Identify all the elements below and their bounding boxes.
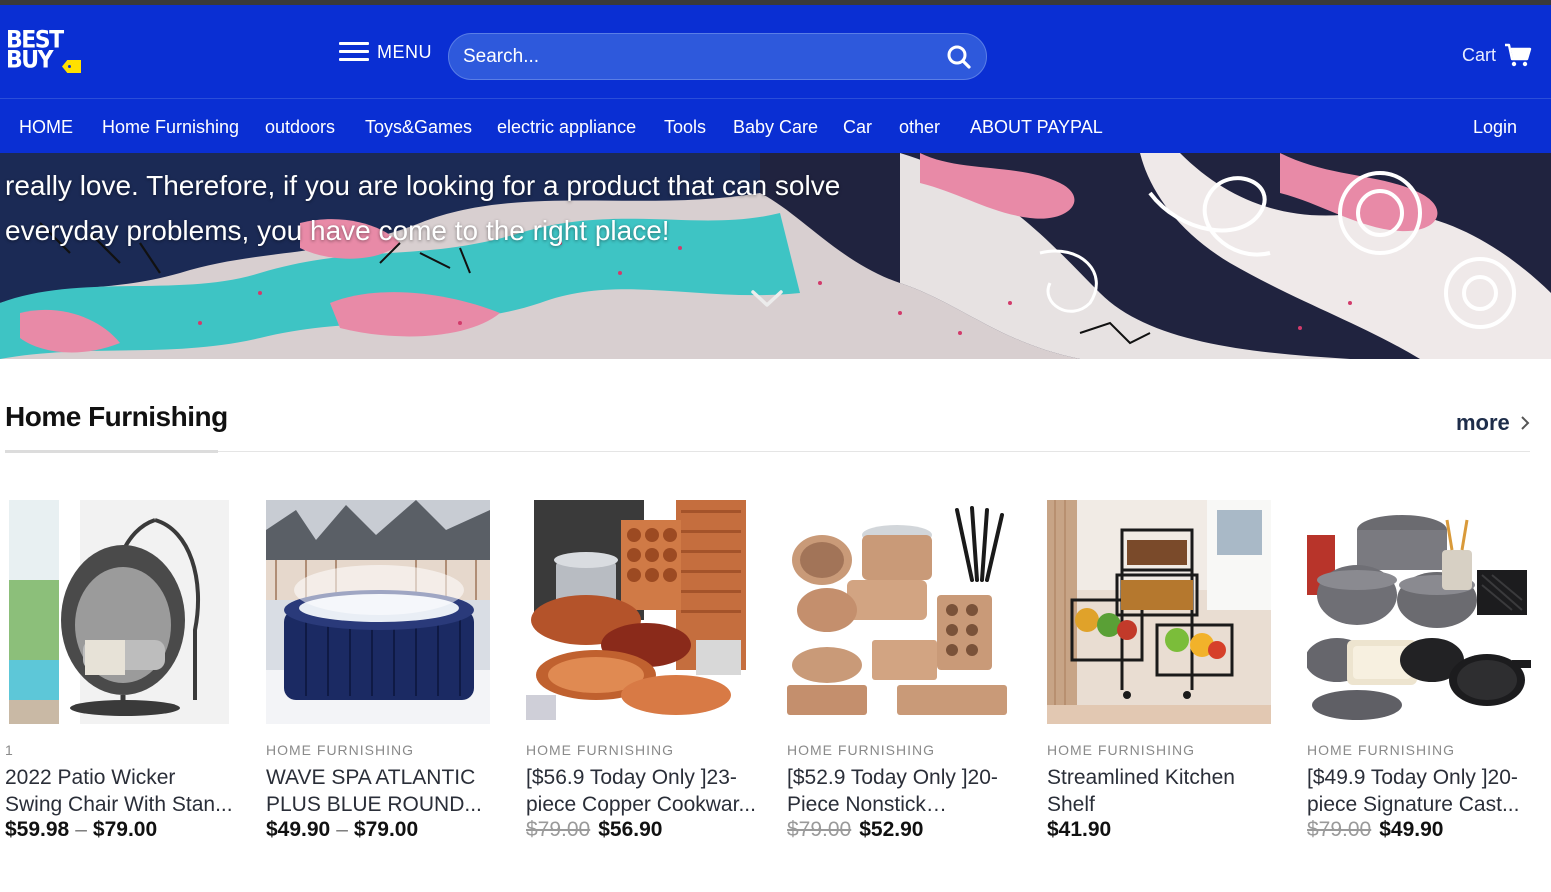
cart-link[interactable]: Cart — [1462, 43, 1532, 68]
product-name[interactable]: [$56.9 Today Only ]23-piece Copper Cookw… — [526, 764, 756, 818]
search-input[interactable] — [463, 34, 933, 79]
chevron-down-icon[interactable] — [750, 287, 784, 309]
product-image-spa[interactable] — [266, 500, 490, 724]
nav-item-tools[interactable]: Tools — [664, 117, 706, 138]
more-label: more — [1456, 410, 1510, 435]
logo-text-line2: BUY — [6, 46, 54, 75]
product-card[interactable]: HOME FURNISHING [$49.9 Today Only ]20-pi… — [1307, 500, 1537, 842]
product-name[interactable]: 2022 Patio Wicker Swing Chair With Stan.… — [5, 764, 235, 818]
product-price: $49.90– $79.00 — [266, 818, 496, 842]
logo-tag-icon — [62, 60, 81, 73]
product-name[interactable]: Streamlined Kitchen Shelf — [1047, 764, 1277, 818]
product-card[interactable]: HOME FURNISHING Streamlined Kitchen Shel… — [1047, 500, 1277, 842]
nav-item-about-paypal[interactable]: ABOUT PAYPAL — [970, 117, 1103, 138]
product-price: $79.00 $52.90 — [787, 818, 1017, 842]
product-image-kitchen-shelf[interactable] — [1047, 500, 1271, 724]
product-image-swing-chair[interactable] — [5, 500, 229, 724]
product-category: HOME FURNISHING — [1307, 742, 1455, 758]
product-category: HOME FURNISHING — [266, 742, 414, 758]
section-title: Home Furnishing — [5, 401, 228, 432]
nav-item-home-furnishing[interactable]: Home Furnishing — [102, 117, 239, 138]
old-price: $79.00 — [787, 818, 852, 841]
product-image-cast-iron-set[interactable] — [1307, 500, 1531, 724]
more-link[interactable]: more — [1456, 410, 1530, 436]
sale-price: $41.90 — [1047, 818, 1112, 841]
nav-item-electric-appliance[interactable]: electric appliance — [497, 117, 636, 138]
sale-price: $56.90 — [598, 818, 663, 841]
product-category: HOME FURNISHING — [1047, 742, 1195, 758]
hamburger-icon — [339, 42, 369, 62]
search-icon[interactable] — [946, 44, 972, 70]
login-link[interactable]: Login — [1473, 117, 1517, 138]
product-category: HOME FURNISHING — [526, 742, 674, 758]
menu-label: MENU — [377, 41, 432, 62]
price-range-dash: – — [336, 818, 348, 841]
product-category: HOME FURNISHING — [787, 742, 935, 758]
price-high: $79.00 — [92, 818, 158, 841]
section-divider — [5, 451, 1530, 452]
nav-item-outdoors[interactable]: outdoors — [265, 117, 335, 138]
nav-item-car[interactable]: Car — [843, 117, 872, 138]
product-price: $41.90 — [1047, 818, 1277, 842]
sale-price: $52.90 — [859, 818, 924, 841]
product-name[interactable]: [$49.9 Today Only ]20-piece Signature Ca… — [1307, 764, 1537, 818]
nav-item-other[interactable]: other — [899, 117, 940, 138]
product-image-copper-cookware[interactable] — [526, 500, 750, 724]
product-card[interactable]: HOME FURNISHING WAVE SPA ATLANTIC PLUS B… — [266, 500, 496, 842]
main-nav: HOME Home Furnishing outdoors Toys&Games… — [0, 98, 1551, 153]
cart-label: Cart — [1462, 45, 1497, 65]
section-title-underline — [5, 450, 218, 453]
nav-item-toys-games[interactable]: Toys&Games — [365, 117, 472, 138]
product-price: $59.98– $79.00 — [5, 818, 235, 842]
chevron-right-icon — [1521, 416, 1530, 430]
product-price: $79.00 $49.90 — [1307, 818, 1537, 842]
price-low: $59.98 — [5, 818, 70, 841]
price-high: $79.00 — [353, 818, 419, 841]
product-card[interactable]: 1 2022 Patio Wicker Swing Chair With Sta… — [5, 500, 235, 842]
best-buy-logo[interactable]: BEST BUY — [6, 28, 86, 79]
product-name[interactable]: [$52.9 Today Only ]20-Piece Nonstick Kit… — [787, 764, 1017, 818]
product-price: $79.00 $56.90 — [526, 818, 756, 842]
product-category: 1 — [5, 742, 14, 758]
product-card[interactable]: HOME FURNISHING [$56.9 Today Only ]23-pi… — [526, 500, 756, 842]
hero-text: really love. Therefore, if you are looki… — [5, 170, 841, 246]
nav-item-baby-care[interactable]: Baby Care — [733, 117, 818, 138]
nav-item-home[interactable]: HOME — [19, 117, 73, 138]
site-header: BEST BUY MENU Cart — [0, 5, 1551, 98]
search-bar — [448, 33, 987, 80]
product-image-nonstick-cookware[interactable] — [787, 500, 1011, 724]
price-range-dash: – — [75, 818, 87, 841]
product-card[interactable]: HOME FURNISHING [$52.9 Today Only ]20-Pi… — [787, 500, 1017, 842]
price-low: $49.90 — [266, 818, 331, 841]
menu-button[interactable]: MENU — [339, 41, 432, 63]
old-price: $79.00 — [1307, 818, 1372, 841]
sale-price: $49.90 — [1379, 818, 1444, 841]
product-name[interactable]: WAVE SPA ATLANTIC PLUS BLUE ROUND... — [266, 764, 496, 818]
old-price: $79.00 — [526, 818, 591, 841]
cart-icon — [1505, 43, 1532, 67]
hero-banner: really love. Therefore, if you are looki… — [0, 153, 1551, 359]
